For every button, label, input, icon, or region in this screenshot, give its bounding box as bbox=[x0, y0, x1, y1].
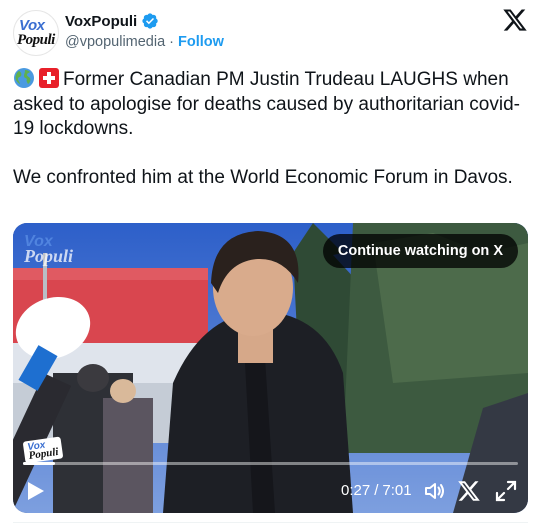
video-time: 0:27 / 7:01 bbox=[341, 482, 412, 499]
tweet-text: Former Canadian PM Justin Trudeau LAUGHS… bbox=[13, 67, 523, 190]
continue-watching-button[interactable]: Continue watching on X bbox=[322, 234, 518, 268]
x-logo-icon[interactable] bbox=[457, 479, 481, 503]
video-progress-fill bbox=[23, 462, 55, 465]
tweet-paragraph-1-text: Former Canadian PM Justin Trudeau LAUGHS… bbox=[13, 69, 520, 139]
play-icon[interactable] bbox=[27, 481, 45, 501]
avatar-text-populi: Populi bbox=[17, 32, 55, 48]
follow-button[interactable]: Follow bbox=[178, 34, 224, 50]
duration: 7:01 bbox=[382, 482, 412, 499]
video-watermark: Vox Populi bbox=[24, 233, 73, 267]
swiss-flag-icon bbox=[39, 68, 59, 88]
tweet-card: Vox Populi VoxPopuli @vpopulimedia · Fol… bbox=[0, 0, 536, 527]
author-name-row: VoxPopuli bbox=[65, 12, 159, 30]
card-divider bbox=[13, 522, 528, 523]
fullscreen-icon[interactable] bbox=[494, 479, 518, 503]
video-player[interactable]: Vox Populi Vox Populi Continue watching … bbox=[13, 223, 528, 513]
current-time: 0:27 bbox=[341, 482, 371, 499]
handle[interactable]: @vpopulimedia bbox=[65, 34, 165, 50]
volume-icon[interactable] bbox=[423, 479, 447, 503]
handle-row: @vpopulimedia · Follow bbox=[65, 34, 224, 50]
tweet-paragraph-1: Former Canadian PM Justin Trudeau LAUGHS… bbox=[13, 67, 523, 142]
avatar[interactable]: Vox Populi bbox=[13, 10, 59, 56]
verified-badge-icon bbox=[142, 13, 158, 29]
x-logo-icon[interactable] bbox=[502, 7, 528, 33]
time-separator: / bbox=[374, 482, 379, 499]
watermark-populi: Populi bbox=[24, 246, 74, 266]
display-name[interactable]: VoxPopuli bbox=[65, 13, 137, 30]
separator-dot: · bbox=[169, 34, 175, 50]
video-progress-bar[interactable] bbox=[23, 462, 518, 465]
globe-icon bbox=[14, 68, 34, 88]
tweet-paragraph-2: We confronted him at the World Economic … bbox=[13, 166, 513, 188]
